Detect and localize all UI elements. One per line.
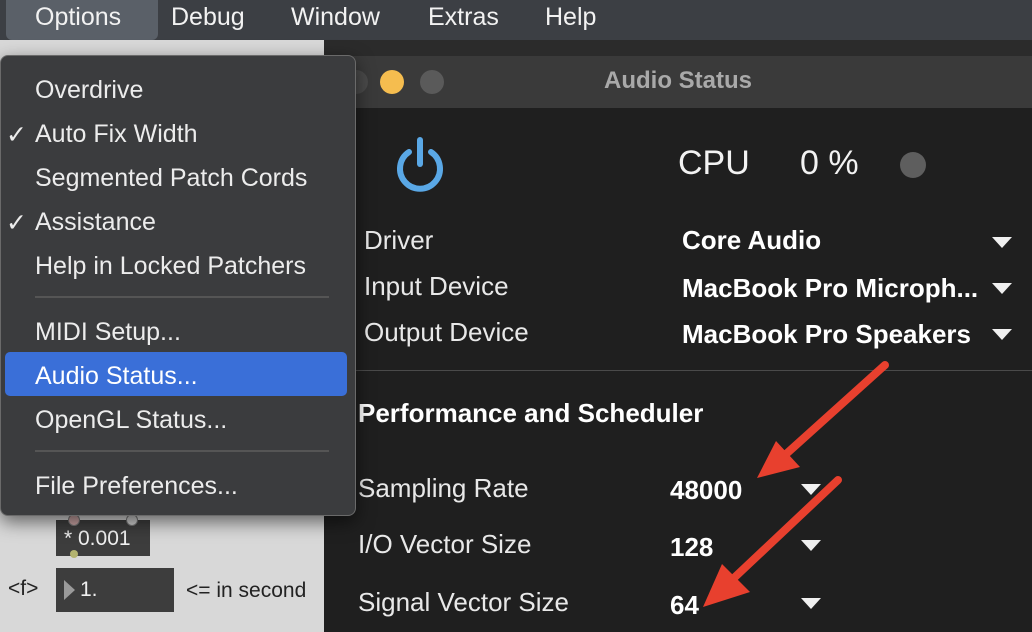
arrow-to-signal-vector-size — [703, 476, 842, 607]
arrow-to-sampling-rate — [757, 361, 889, 478]
annotation-arrows — [703, 361, 889, 607]
